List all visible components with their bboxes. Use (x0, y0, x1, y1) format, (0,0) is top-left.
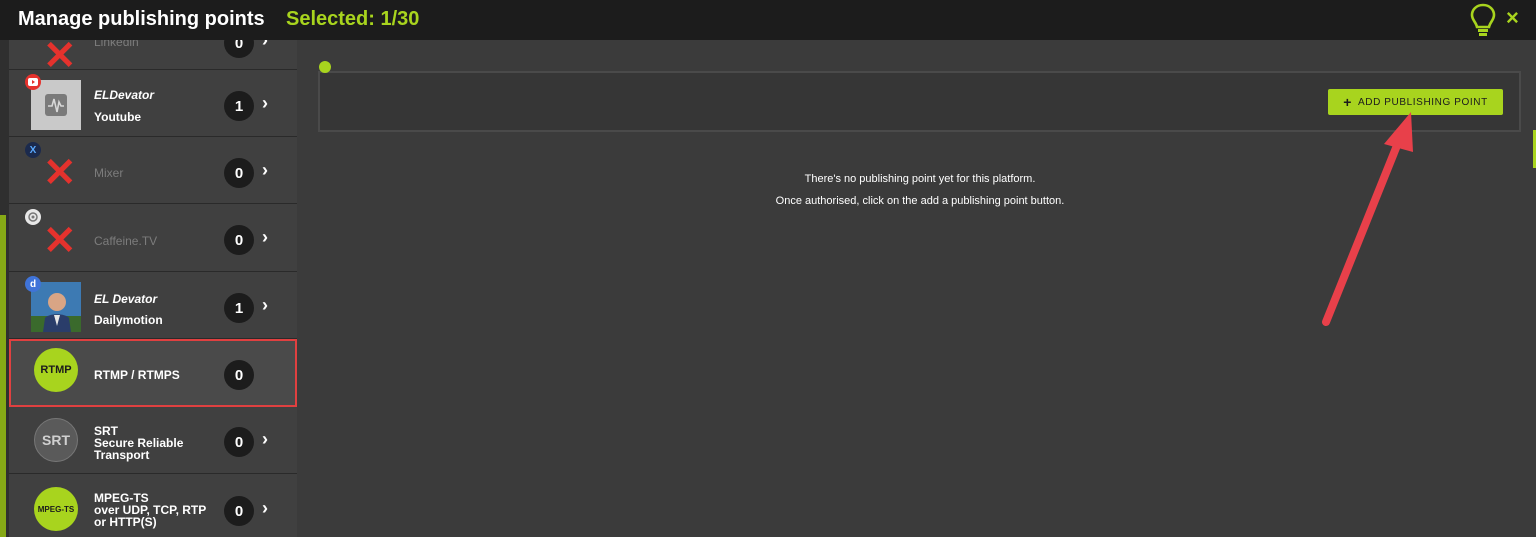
annotation-arrow (1322, 112, 1413, 326)
